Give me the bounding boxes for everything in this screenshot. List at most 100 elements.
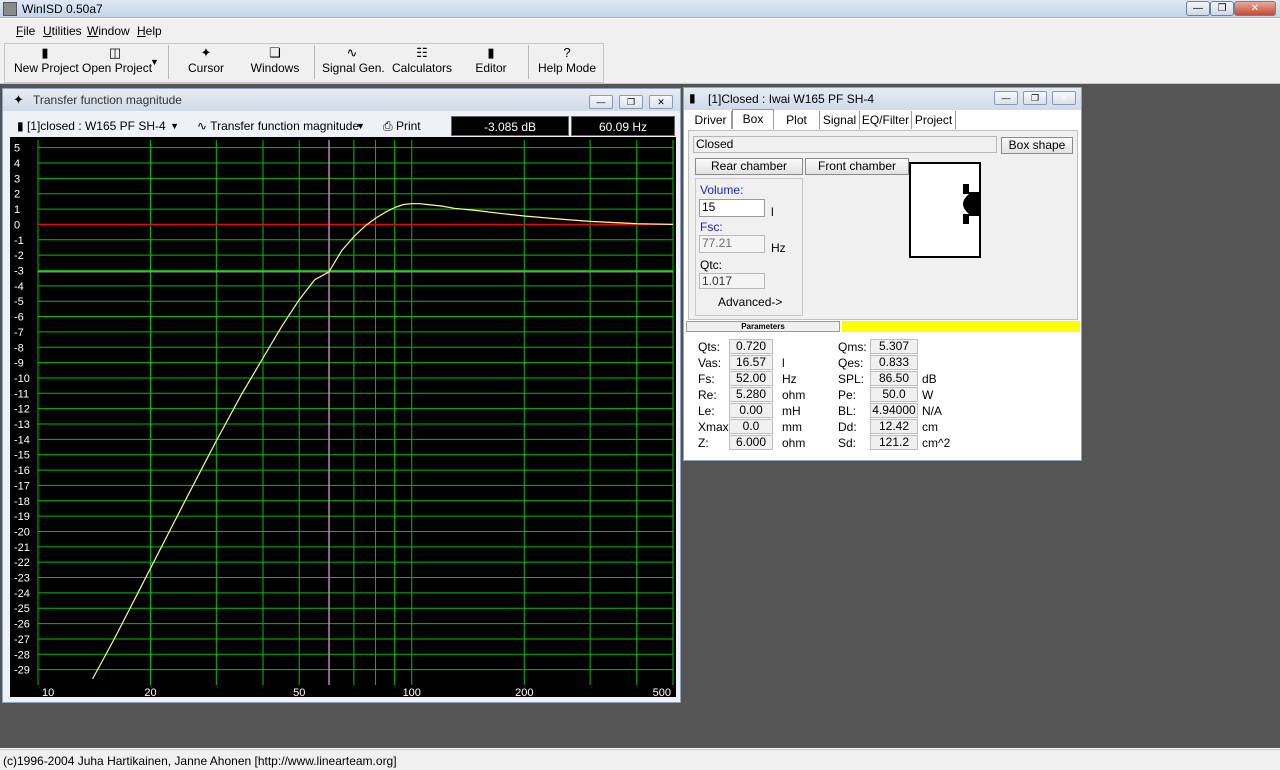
- print-button[interactable]: ⎙ Print: [379, 116, 439, 136]
- plot-area[interactable]: 5 4 3 2 1 0 -1 -2 -3 -4 -5 -6 -7 -8 -9 -10 -11 -12 -13 -14-…: [10, 137, 676, 699]
- param-label: Re:: [698, 388, 717, 402]
- tab-eq-filter[interactable]: EQ/Filter: [860, 111, 912, 129]
- box-tab-panel: Closed Box shape Rear chamber Front cham…: [688, 130, 1078, 320]
- param-label: Xmax:: [698, 420, 733, 434]
- fsc-unit: Hz: [771, 241, 786, 255]
- tab-box[interactable]: Box: [732, 109, 774, 129]
- tab-plot[interactable]: Plot: [774, 111, 820, 129]
- project-select[interactable]: ▮ [1]closed : W165 PF SH-4 ▼: [13, 116, 183, 136]
- fsc-field: 77.21: [699, 235, 765, 253]
- param-unit: Hz: [782, 372, 797, 386]
- calculators-button[interactable]: ☷ Calculators: [392, 45, 452, 81]
- y-tick-label: -14: [14, 434, 30, 446]
- y-tick-label: 2: [14, 189, 20, 201]
- x-tick-label: 50: [293, 687, 305, 697]
- front-chamber-button[interactable]: Front chamber: [805, 158, 909, 175]
- y-tick-label: -4: [14, 281, 24, 293]
- graph-window-titlebar[interactable]: ✦ Transfer function magnitude — ❐ ✕: [3, 89, 680, 111]
- param-value: 50.0: [870, 387, 918, 402]
- minimize-button[interactable]: —: [1186, 1, 1210, 16]
- tab-project[interactable]: Project: [912, 111, 956, 129]
- x-tick-label: 10: [42, 687, 54, 697]
- x-tick-label: 100: [403, 687, 421, 697]
- advanced-button[interactable]: Advanced->: [718, 295, 782, 309]
- param-unit: cm^2: [922, 436, 951, 450]
- chart-background: [10, 137, 676, 697]
- graph-type-select[interactable]: ∿ Transfer function magnitude ▼: [193, 116, 369, 136]
- open-project-button[interactable]: ◫ Open Project: [82, 45, 152, 81]
- param-label: Qes:: [838, 356, 864, 370]
- y-tick-label: -8: [14, 342, 24, 354]
- y-tick-label: -12: [14, 404, 30, 416]
- y-tick-label: -13: [14, 419, 30, 431]
- windows-button[interactable]: ❏ Windows: [248, 45, 302, 81]
- cursor-icon: ✦: [13, 92, 24, 107]
- printer-icon: ⎙: [383, 119, 393, 133]
- tab-signal[interactable]: Signal: [820, 111, 860, 129]
- y-tick-label: -11: [14, 388, 29, 400]
- graph-maximize-button[interactable]: ❐: [619, 95, 643, 109]
- title-bar: WinISD 0.50a7 — ❐ ✕: [0, 0, 1280, 18]
- tab-driver[interactable]: Driver: [690, 111, 732, 129]
- toolbar-separator: [528, 45, 529, 79]
- volume-input[interactable]: 15: [699, 199, 765, 217]
- new-project-icon: ▮: [41, 45, 49, 60]
- y-tick-label: -17: [14, 480, 30, 492]
- param-label: Fs:: [698, 372, 715, 386]
- menu-file[interactable]: File: [16, 24, 35, 38]
- open-project-dropdown-icon[interactable]: ▼: [150, 57, 159, 67]
- app-icon[interactable]: [3, 2, 17, 16]
- y-tick-label: -16: [14, 465, 30, 477]
- param-unit: l: [782, 356, 785, 370]
- graph-window: ✦ Transfer function magnitude — ❐ ✕ ▮ [1…: [2, 88, 681, 703]
- close-button[interactable]: ✕: [1234, 1, 1276, 16]
- param-value: 6.000: [729, 435, 773, 450]
- status-bar: (c)1996-2004 Juha Hartikainen, Janne Aho…: [0, 749, 1280, 770]
- box-shape-button[interactable]: Box shape: [1001, 137, 1073, 154]
- project-icon: ▮: [17, 119, 24, 133]
- param-value: 86.50: [870, 371, 918, 386]
- maximize-button[interactable]: ❐: [1210, 1, 1234, 16]
- param-unit: mH: [782, 404, 801, 418]
- y-tick-label: -6: [14, 312, 24, 324]
- param-unit: dB: [922, 372, 937, 386]
- speaker-driver-icon: [963, 184, 979, 224]
- graph-close-button[interactable]: ✕: [649, 95, 673, 109]
- param-unit: ohm: [782, 388, 806, 402]
- param-unit: ohm: [782, 436, 806, 450]
- editor-button[interactable]: ▮ Editor: [470, 45, 512, 81]
- y-tick-label: -28: [14, 649, 30, 661]
- menu-utilities[interactable]: Utilities: [43, 24, 82, 38]
- parameters-header: Parameters: [686, 321, 1080, 332]
- box-window-titlebar[interactable]: ▮ [1]Closed : Iwai W165 PF SH-4 — ❐ ✕: [684, 88, 1081, 110]
- y-tick-label: -3: [14, 265, 24, 277]
- box-maximize-button[interactable]: ❐: [1023, 91, 1047, 105]
- help-icon: ?: [563, 45, 571, 60]
- menu-help[interactable]: Help: [137, 24, 162, 38]
- param-label: SPL:: [838, 372, 865, 386]
- box-minimize-button[interactable]: —: [994, 91, 1018, 105]
- cursor-db-readout: -3.085 dB: [451, 116, 569, 136]
- chevron-down-icon: ▼: [356, 121, 365, 131]
- x-tick-label: 200: [515, 687, 533, 697]
- box-diagram: [909, 162, 981, 258]
- speaker-icon: ▮: [689, 91, 696, 105]
- box-close-button[interactable]: ✕: [1052, 91, 1076, 105]
- x-tick-label: 500: [653, 687, 671, 697]
- help-mode-button[interactable]: ? Help Mode: [538, 45, 596, 81]
- signal-gen-button[interactable]: ∿ Signal Gen.: [322, 45, 385, 81]
- graph-minimize-button[interactable]: —: [589, 95, 613, 109]
- param-value: 0.0: [729, 419, 773, 434]
- param-value: 52.00: [729, 371, 773, 386]
- param-value: 5.307: [870, 339, 918, 354]
- param-label: Qms:: [838, 340, 867, 354]
- new-project-button[interactable]: ▮ New Project: [14, 45, 79, 81]
- menu-window[interactable]: Window: [87, 24, 130, 38]
- box-type-field[interactable]: Closed: [693, 136, 997, 153]
- rear-chamber-button[interactable]: Rear chamber: [695, 158, 803, 175]
- cursor-button[interactable]: ✦ Cursor: [182, 45, 230, 81]
- open-folder-icon: ◫: [108, 45, 122, 60]
- transfer-function-chart[interactable]: 543210-1-2-3-4-5-6-7-8-9-10-11-12-13-14-…: [10, 137, 676, 699]
- y-tick-label: -24: [14, 588, 30, 600]
- y-tick-label: -19: [14, 511, 30, 523]
